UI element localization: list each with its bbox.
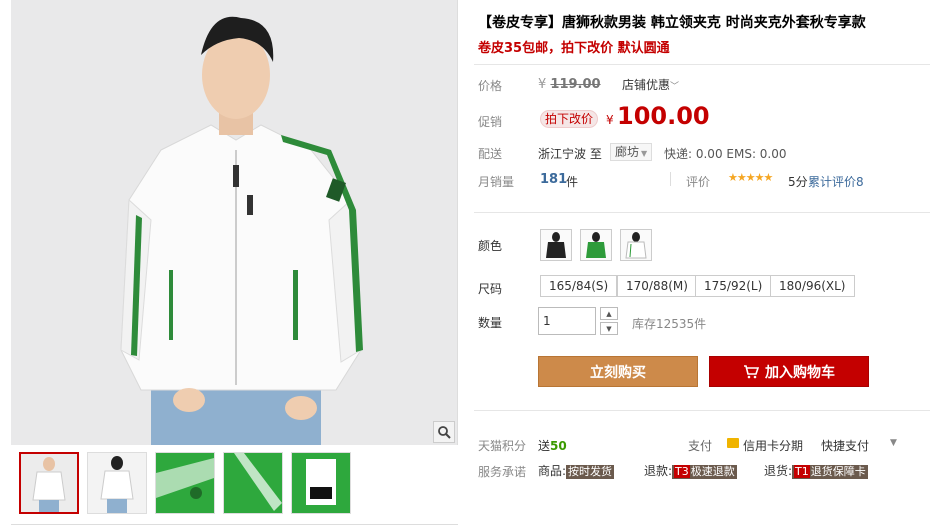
thumbnail-green-detail-2[interactable] <box>223 452 283 514</box>
payment-label: 支付 <box>688 439 713 453</box>
thumbnail-back-white[interactable] <box>87 452 147 514</box>
thumbnail-front-white[interactable] <box>19 452 79 514</box>
color-label: 颜色 <box>478 239 503 253</box>
stock-count: 库存12535件 <box>632 317 707 331</box>
add-to-cart-button[interactable]: 加入购物车 <box>709 356 869 387</box>
return-text: 退货保障卡 <box>810 465 866 478</box>
gallery-divider <box>11 524 458 525</box>
refund-code: T3 <box>674 465 690 478</box>
price-label: 价格 <box>478 79 503 93</box>
shipping-fee: 快递: 0.00 EMS: 0.00 <box>664 147 787 161</box>
thumbnail-green-detail-1[interactable] <box>155 452 215 514</box>
thumbnail-tag-detail[interactable] <box>291 452 351 514</box>
original-price: ¥ 119.00 <box>538 77 601 92</box>
size-option-m[interactable]: 170/88(M) <box>617 275 697 297</box>
credit-card-icon <box>727 438 739 448</box>
size-option-xl[interactable]: 180/96(XL) <box>770 275 855 297</box>
shipping-label: 配送 <box>478 147 503 161</box>
star-rating-icon: ★★★★★ <box>728 171 773 184</box>
yen-symbol: ¥ <box>606 113 614 127</box>
product-details: 【卷皮专享】唐狮秋款男装 韩立领夹克 时尚夹克外套秋专享款 卷皮35包邮，拍下改… <box>474 0 930 531</box>
store-promo-label: 店铺优惠 <box>622 78 671 92</box>
promo-tag: 拍下改价 <box>540 110 599 128</box>
add-to-cart-label: 加入购物车 <box>765 364 835 381</box>
divider <box>474 212 930 213</box>
points-prefix: 送 <box>538 439 551 453</box>
quantity-decrease-button[interactable]: ▼ <box>600 322 618 335</box>
service-return-badge: T1 退货保障卡 <box>792 465 868 479</box>
divider <box>474 64 930 65</box>
thumbnail-strip <box>11 452 458 522</box>
review-label: 评价 <box>686 175 711 189</box>
promo-label: 促销 <box>478 115 503 129</box>
credit-installment[interactable]: 信用卡分期 <box>743 437 803 454</box>
main-product-image[interactable] <box>11 0 458 445</box>
service-label: 服务承诺 <box>478 465 527 479</box>
buy-now-button[interactable]: 立刻购买 <box>538 356 698 387</box>
quantity-input[interactable] <box>538 307 596 335</box>
service-refund-badge: T3 极速退款 <box>672 465 737 479</box>
divider <box>474 410 930 411</box>
service-goods-prefix: 商品: <box>538 464 567 478</box>
service-goods[interactable]: 商品: 按时发货 <box>538 462 615 479</box>
product-subtitle: 卷皮35包邮，拍下改价 默认圆通 <box>478 41 670 56</box>
destination-value: 廊坊 <box>615 145 640 159</box>
rating-score: 5分 <box>788 175 808 189</box>
product-title: 【卷皮专享】唐狮秋款男装 韩立领夹克 时尚夹克外套秋专享款 <box>478 15 866 31</box>
separator <box>670 172 671 186</box>
color-option-black[interactable] <box>540 229 572 261</box>
points-value: 送50 <box>538 437 567 454</box>
size-option-s[interactable]: 165/84(S) <box>540 275 618 297</box>
color-option-green[interactable] <box>580 229 612 261</box>
ship-from: 浙江宁波 至 <box>538 147 602 161</box>
original-price-amount: 119.00 <box>550 77 601 92</box>
size-option-l[interactable]: 175/92(L) <box>695 275 772 297</box>
promo-price: 100.00 <box>617 102 710 130</box>
service-return[interactable]: 退货: T1 退货保障卡 <box>764 462 868 479</box>
destination-select[interactable]: 廊坊 ▼ <box>610 143 653 161</box>
refund-text: 极速退款 <box>690 465 735 478</box>
yen-symbol: ¥ <box>538 77 547 92</box>
service-refund[interactable]: 退款: T3 极速退款 <box>644 462 737 479</box>
monthly-sales-count: 181 <box>540 172 568 187</box>
sales-unit: 件 <box>566 175 579 189</box>
store-promo-dropdown[interactable]: 店铺优惠﹀ <box>622 76 679 93</box>
points-amount: 50 <box>550 439 567 453</box>
fastpay-dropdown-icon[interactable]: ▼ <box>890 438 897 448</box>
monthly-sales-label: 月销量 <box>478 175 515 189</box>
review-count-link[interactable]: 累计评价8 <box>808 173 864 190</box>
quantity-increase-button[interactable]: ▲ <box>600 307 618 320</box>
return-code: T1 <box>794 465 810 478</box>
fast-pay[interactable]: 快捷支付 <box>821 437 869 454</box>
model-photo <box>11 0 457 445</box>
service-refund-prefix: 退款: <box>644 464 673 478</box>
quantity-label: 数量 <box>478 316 503 330</box>
service-goods-badge: 按时发货 <box>566 465 615 479</box>
points-label: 天猫积分 <box>478 439 527 453</box>
chevron-down-icon: ﹀ <box>670 82 680 92</box>
service-return-prefix: 退货: <box>764 464 793 478</box>
dropdown-arrow-icon: ▼ <box>641 149 648 158</box>
magnifier-icon[interactable] <box>433 421 455 443</box>
cart-icon <box>744 364 759 378</box>
size-label: 尺码 <box>478 282 503 296</box>
color-option-white[interactable] <box>620 229 652 261</box>
buy-now-label: 立刻购买 <box>590 364 646 381</box>
